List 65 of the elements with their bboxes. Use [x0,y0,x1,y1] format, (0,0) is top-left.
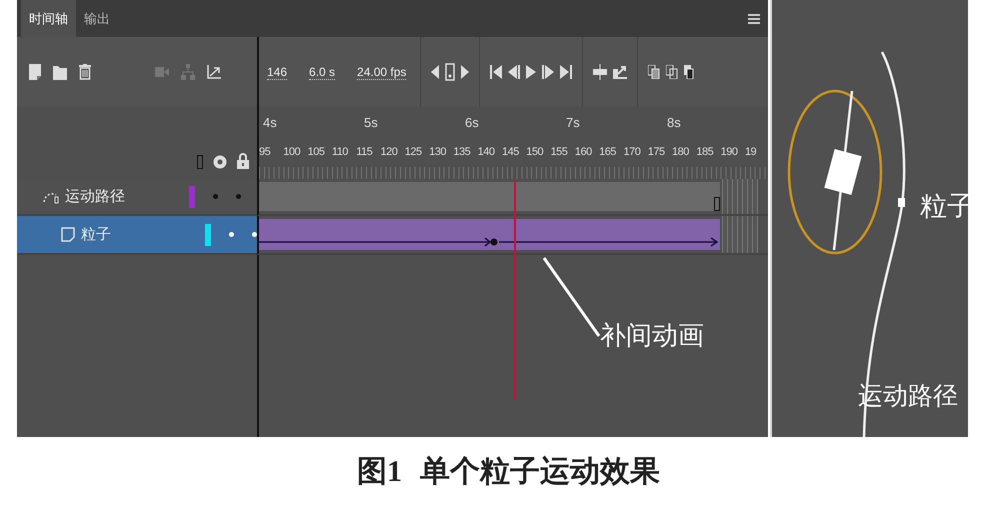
center-frame-icon[interactable] [593,64,608,80]
step-forward-icon[interactable] [542,65,554,79]
lock-dot[interactable] [236,194,241,199]
visibility-dot[interactable] [229,232,234,237]
frame-number: 165 [599,146,618,158]
frame-number: 150 [526,146,544,158]
onion-skin-icon[interactable] [648,65,660,79]
frame-number: 19 [744,146,758,158]
outline-toggle-icon[interactable] [197,155,203,169]
second-label: 6s [465,114,480,130]
first-frame-icon[interactable] [490,65,502,79]
second-label: 4s [263,114,278,130]
figure-number: 图1 [357,454,402,490]
frame-number: 125 [404,146,423,158]
empty-frames [722,216,758,253]
last-frame-icon[interactable] [560,65,572,79]
annotation-label: 补间动画 [600,319,704,352]
next-keyframe-icon[interactable] [461,65,470,79]
tab[interactable]: 时间轴 [21,0,76,37]
frame-number: 105 [308,146,326,158]
keyframe-icon[interactable] [445,63,456,81]
frame-number: 120 [380,146,398,158]
frame-number: 95 [259,146,272,158]
edit-frames-icon[interactable] [684,65,694,79]
frame-number: 185 [696,146,714,158]
time-counter[interactable]: 6.0 s [309,64,336,80]
layer-name: 粒子 [81,225,112,244]
frame-number: 160 [574,146,593,158]
frame-number: 135 [453,146,472,158]
frame-number: 170 [623,146,642,158]
folder-icon[interactable] [53,64,67,80]
trash-icon[interactable] [79,64,91,80]
frame-number: 115 [356,146,374,158]
second-label: 5s [364,114,379,130]
layer-name: 运动路径 [65,187,126,206]
menu-icon[interactable] [748,12,760,24]
end-frame-icon [714,197,720,211]
step-back-icon[interactable] [508,65,520,79]
frame-number: 155 [550,146,568,158]
lock-icon[interactable] [237,153,249,169]
frame-rate[interactable]: 24.00 fps [357,64,406,80]
previous-keyframe-icon[interactable] [431,65,440,79]
new-layer-icon[interactable] [29,64,41,80]
second-label: 7s [566,114,581,130]
onion-outline-icon[interactable] [666,65,678,79]
lock-dot[interactable] [252,232,257,237]
second-label: 8s [667,114,682,130]
layer-row[interactable]: 粒子 [17,216,257,255]
frame-number: 110 [332,146,349,158]
visibility-dot[interactable] [213,194,218,199]
frame-number: 145 [502,146,520,158]
frame-number: 140 [478,146,496,158]
frame-counter[interactable]: 146 [267,64,288,80]
figure-caption: 单个粒子运动效果 [420,454,660,490]
arrow-axis-icon[interactable] [207,65,221,79]
play-icon[interactable] [526,65,536,79]
frame-number: 175 [648,146,666,158]
eye-icon[interactable] [213,155,227,169]
timeline-ruler[interactable]: 4s 5s 6s 7s 8s 95 100 105 110 115 120 125 130 135 140 145 150 155 160 165 170 175 180 185 190 19 [257,107,768,179]
layer-icon [61,227,75,242]
export-icon[interactable] [613,65,628,79]
frame-number: 190 [720,146,738,158]
frame-number: 130 [429,146,447,158]
frame-number: 180 [672,146,690,158]
frame-number: 100 [283,146,302,158]
